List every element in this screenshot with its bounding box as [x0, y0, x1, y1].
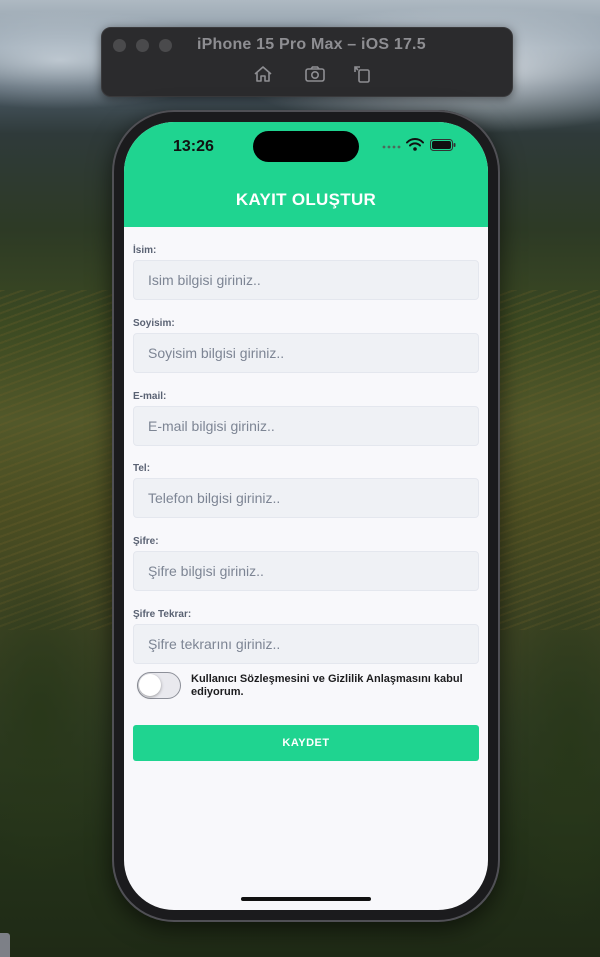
simulator-title: iPhone 15 Pro Max – iOS 17.5 [197, 36, 426, 53]
email-input[interactable] [133, 406, 479, 446]
home-icon[interactable] [252, 64, 274, 84]
window-zoom-button[interactable] [159, 39, 172, 52]
password-input[interactable] [133, 551, 479, 591]
password-repeat-input[interactable] [133, 624, 479, 664]
name-input[interactable] [133, 260, 479, 300]
toggle-knob [139, 674, 161, 696]
password-repeat-label: Şifre Tekrar: [133, 609, 192, 620]
phone-label: Tel: [133, 463, 151, 474]
name-label: İsim: [133, 245, 157, 256]
rotate-icon[interactable] [352, 64, 374, 84]
save-button[interactable]: KAYDET [133, 725, 479, 761]
window-minimize-button[interactable] [136, 39, 149, 52]
app-header: 13:26 KAYIT OLUŞTUR [124, 122, 488, 227]
page-title: KAYIT OLUŞTUR [235, 190, 377, 209]
wifi-icon [406, 138, 424, 151]
simulator-title-bar: iPhone 15 Pro Max – iOS 17.5 [101, 27, 513, 97]
phone-input[interactable] [133, 478, 479, 518]
password-label: Şifre: [133, 536, 159, 547]
dynamic-island [253, 131, 359, 162]
background-trees-left [0, 470, 130, 957]
surname-label: Soyisim: [133, 318, 175, 329]
email-label: E-mail: [133, 391, 167, 402]
home-indicator [241, 897, 371, 901]
battery-icon [430, 139, 456, 151]
cellular-signal-icon [382, 145, 401, 149]
agreement-toggle[interactable] [137, 672, 181, 699]
window-close-button[interactable] [113, 39, 126, 52]
window-edge-tab [0, 933, 10, 957]
status-time: 13:26 [173, 138, 214, 155]
surname-input[interactable] [133, 333, 479, 373]
phone-screen: 13:26 KAYIT OLUŞTUR İsim: Soyisim: E-mai… [124, 122, 488, 910]
agreement-text: Kullanıcı Sözleşmesini ve Gizlilik Anlaş… [191, 673, 463, 698]
screenshot-icon[interactable] [304, 64, 326, 84]
